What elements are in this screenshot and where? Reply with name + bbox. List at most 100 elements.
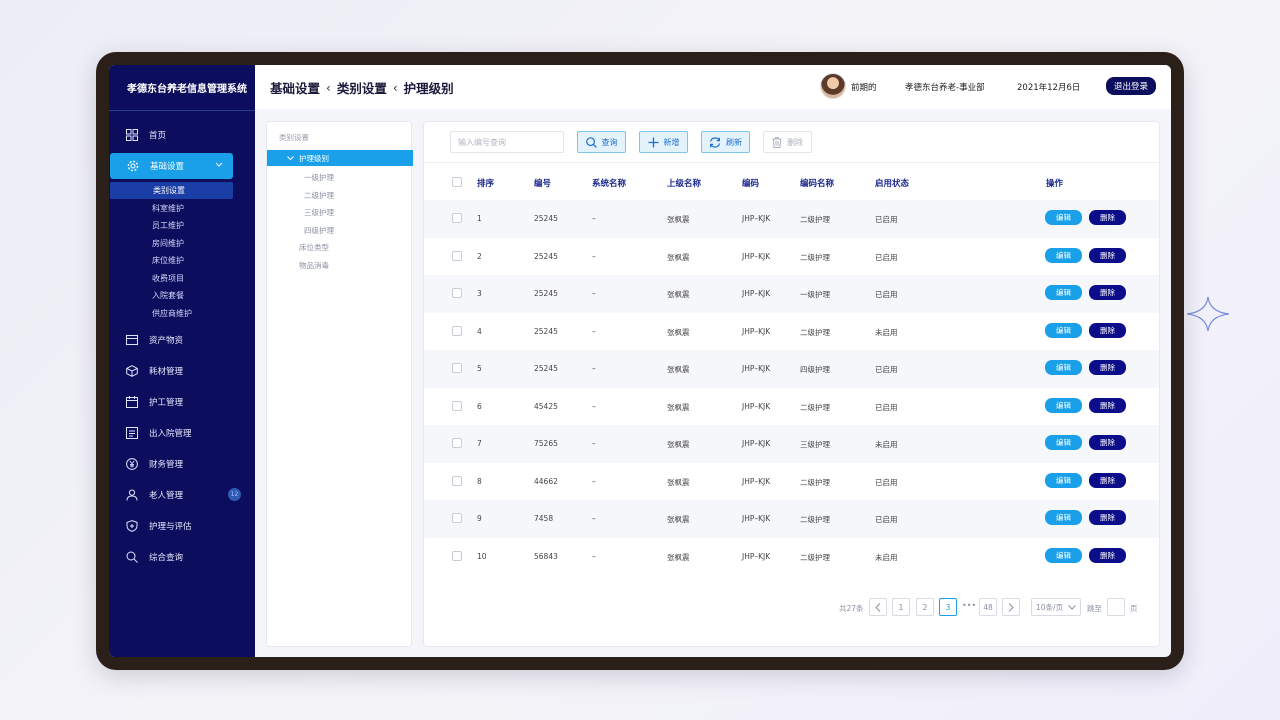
sidebar-item-caregivers[interactable]: 护工管理 (109, 389, 255, 415)
column-header[interactable]: 编码名称 (800, 177, 834, 189)
delete-row-button[interactable]: 删除 (1089, 472, 1126, 488)
edit-button[interactable]: 编辑 (1045, 322, 1082, 338)
sidebar-item-basic-settings[interactable]: 基础设置 (110, 153, 233, 179)
edit-button[interactable]: 编辑 (1045, 285, 1082, 300)
button-label: 删除 (787, 137, 803, 147)
select-all-checkbox[interactable] (452, 177, 462, 187)
delete-row-button[interactable]: 删除 (1089, 397, 1126, 413)
row-checkbox[interactable] (452, 438, 462, 448)
organization-name: 孝德东台养老-事业部 (905, 83, 985, 93)
next-page-button[interactable] (1002, 598, 1020, 616)
sidebar-item-consumables[interactable]: 耗材管理 (109, 358, 255, 384)
edit-button[interactable]: 编辑 (1045, 435, 1082, 450)
sidebar-item-elderly[interactable]: 老人管理 12 (109, 482, 255, 508)
delete-row-button[interactable]: 删除 (1089, 322, 1126, 338)
page-size-select[interactable]: 10条/页 (1031, 598, 1081, 616)
row-checkbox[interactable] (452, 513, 462, 523)
table-row: 1 25245 – 张枫震 JHP–KJK 二级护理 已启用 编辑 删除 (424, 200, 1159, 238)
sidebar-subitem[interactable]: 供应商维护 (109, 305, 255, 322)
sidebar-item-admission[interactable]: 出入院管理 (109, 420, 255, 446)
delete-row-button[interactable]: 删除 (1089, 435, 1126, 450)
add-button[interactable]: 新增 (639, 131, 688, 153)
sidebar-item-assets[interactable]: 资产物资 (109, 327, 255, 353)
cube-icon (125, 364, 139, 378)
goto-page-input[interactable] (1107, 598, 1125, 616)
sidebar-subitem[interactable]: 床位维护 (109, 252, 255, 269)
page-button[interactable]: 2 (916, 598, 934, 616)
row-checkbox[interactable] (452, 475, 462, 486)
cell-order: 6 (477, 401, 482, 411)
pagination-ellipsis[interactable]: ••• (962, 601, 976, 619)
delete-row-button[interactable]: 删除 (1089, 510, 1126, 525)
row-checkbox[interactable] (452, 363, 462, 373)
tree-node[interactable]: 四级护理 (304, 222, 334, 238)
breadcrumb-item[interactable]: 类别设置 (337, 78, 387, 97)
cell-order: 9 (477, 514, 482, 523)
sidebar-subitem[interactable]: 入院套餐 (109, 287, 255, 304)
column-header[interactable]: 编码 (742, 177, 759, 189)
avatar[interactable] (820, 73, 846, 99)
page-button[interactable]: 1 (892, 598, 910, 616)
edit-button[interactable]: 编辑 (1045, 510, 1082, 525)
sidebar-item-care-assessment[interactable]: 护理与评估 (109, 513, 255, 539)
column-header[interactable]: 系统名称 (592, 177, 626, 189)
cell-enc: JHP–KJK (742, 289, 771, 298)
delete-row-button[interactable]: 删除 (1089, 360, 1126, 375)
sparkle-decoration (1186, 296, 1230, 332)
sidebar-item-label: 耗材管理 (149, 367, 184, 377)
edit-button[interactable]: 编辑 (1045, 210, 1082, 225)
column-header[interactable]: 启用状态 (875, 177, 909, 189)
tree-node[interactable]: 二级护理 (304, 187, 334, 203)
search-input[interactable] (450, 131, 564, 153)
delete-row-button[interactable]: 删除 (1089, 247, 1126, 263)
sidebar-subitem[interactable]: 科室维护 (109, 200, 255, 217)
edit-button[interactable]: 编辑 (1045, 547, 1082, 563)
column-header[interactable]: 编号 (534, 177, 551, 189)
row-checkbox[interactable] (452, 400, 462, 411)
query-button[interactable]: 查询 (577, 131, 626, 153)
edit-button[interactable]: 编辑 (1045, 247, 1082, 263)
tree-node[interactable]: 三级护理 (304, 204, 334, 220)
prev-page-button[interactable] (869, 598, 887, 616)
sidebar-subitem[interactable]: 员工维护 (109, 217, 255, 234)
tree-node[interactable]: 物品消毒 (299, 257, 329, 273)
row-checkbox[interactable] (452, 325, 462, 336)
breadcrumb-item[interactable]: 基础设置 (270, 78, 320, 97)
edit-button[interactable]: 编辑 (1045, 360, 1082, 375)
row-checkbox[interactable] (452, 250, 462, 261)
sidebar-item-finance[interactable]: 财务管理 (109, 451, 255, 477)
sidebar-subitem[interactable]: 房间维护 (109, 235, 255, 252)
row-checkbox[interactable] (452, 213, 462, 223)
delete-row-button[interactable]: 删除 (1089, 210, 1126, 225)
row-checkbox[interactable] (452, 550, 462, 561)
cell-order: 2 (477, 251, 482, 261)
page-button-current[interactable]: 3 (939, 598, 957, 616)
tree-node-active[interactable]: 护理级别 (267, 150, 413, 166)
tree-node[interactable]: 一级护理 (304, 169, 334, 185)
edit-button[interactable]: 编辑 (1045, 472, 1082, 488)
cell-sys-name: – (592, 251, 596, 261)
cell-status: 已启用 (875, 365, 898, 374)
chevron-left-icon: ‹ (392, 80, 398, 95)
edit-button[interactable]: 编辑 (1045, 397, 1082, 413)
sidebar-item-label: 出入院管理 (149, 429, 192, 439)
main-panel: 查询 新增 刷新 删除 排序 编号 系统名称 上级名称 (423, 121, 1160, 647)
page-button[interactable]: 48 (979, 598, 997, 616)
sidebar-item-label: 基础设置 (150, 162, 185, 172)
user-name: 前期的 (851, 83, 877, 93)
sidebar-subitem[interactable]: 类别设置 (110, 182, 233, 199)
logout-button[interactable]: 退出登录 (1106, 77, 1156, 95)
cell-sys-name: – (592, 364, 596, 373)
cell-sys-name: – (592, 214, 596, 223)
sidebar-item-home[interactable]: 首页 (109, 122, 255, 148)
delete-button[interactable]: 删除 (763, 131, 812, 153)
refresh-button[interactable]: 刷新 (701, 131, 750, 153)
row-checkbox[interactable] (452, 288, 462, 298)
column-header[interactable]: 上级名称 (667, 177, 701, 189)
sidebar-subitem[interactable]: 收费项目 (109, 270, 255, 287)
sidebar-item-search[interactable]: 综合查询 (109, 544, 255, 570)
column-header[interactable]: 排序 (477, 177, 494, 189)
tree-node[interactable]: 床位类型 (299, 239, 329, 255)
delete-row-button[interactable]: 删除 (1089, 285, 1126, 300)
delete-row-button[interactable]: 删除 (1089, 547, 1126, 563)
